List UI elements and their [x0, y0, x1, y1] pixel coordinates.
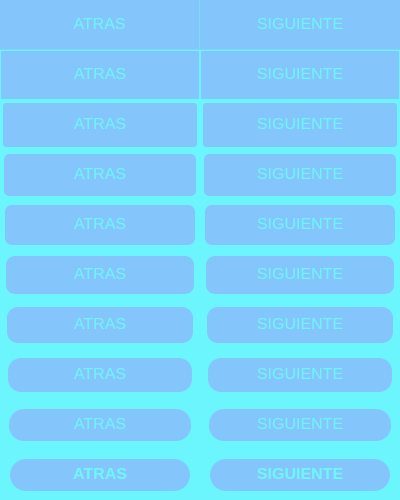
next-button[interactable]: SIGUIENTE: [208, 358, 392, 392]
row-4-next-cell: SIGUIENTE: [200, 200, 400, 250]
back-button[interactable]: ATRAS: [1, 51, 199, 99]
back-button[interactable]: ATRAS: [6, 256, 194, 294]
row-9-next-cell: SIGUIENTE: [200, 450, 400, 500]
row-8-back-cell: ATRAS: [0, 400, 200, 450]
next-button[interactable]: SIGUIENTE: [210, 459, 390, 491]
next-button[interactable]: SIGUIENTE: [206, 256, 394, 294]
row-8-next-cell: SIGUIENTE: [200, 400, 400, 450]
button-grid: ATRAS SIGUIENTE ATRAS SIGUIENTE ATRAS SI…: [0, 0, 400, 500]
next-button[interactable]: SIGUIENTE: [209, 409, 391, 441]
back-button[interactable]: ATRAS: [7, 307, 193, 343]
row-1-back-cell: ATRAS: [0, 50, 200, 100]
row-7-next-cell: SIGUIENTE: [200, 350, 400, 400]
row-5-next-cell: SIGUIENTE: [200, 250, 400, 300]
row-6-next-cell: SIGUIENTE: [200, 300, 400, 350]
row-2-back-cell: ATRAS: [0, 100, 200, 150]
next-button[interactable]: SIGUIENTE: [203, 103, 397, 147]
next-button[interactable]: SIGUIENTE: [200, 0, 400, 50]
back-button[interactable]: ATRAS: [9, 409, 191, 441]
back-button[interactable]: ATRAS: [8, 358, 192, 392]
row-1-next-cell: SIGUIENTE: [200, 50, 400, 100]
next-button[interactable]: SIGUIENTE: [201, 51, 399, 99]
back-button[interactable]: ATRAS: [5, 205, 195, 245]
row-4-back-cell: ATRAS: [0, 200, 200, 250]
row-5-back-cell: ATRAS: [0, 250, 200, 300]
next-button[interactable]: SIGUIENTE: [204, 154, 396, 196]
back-button[interactable]: ATRAS: [0, 0, 200, 50]
row-7-back-cell: ATRAS: [0, 350, 200, 400]
row-3-back-cell: ATRAS: [0, 150, 200, 200]
back-button[interactable]: ATRAS: [3, 103, 197, 147]
row-0-next-cell: SIGUIENTE: [200, 0, 400, 50]
row-6-back-cell: ATRAS: [0, 300, 200, 350]
row-2-next-cell: SIGUIENTE: [200, 100, 400, 150]
row-3-next-cell: SIGUIENTE: [200, 150, 400, 200]
row-9-back-cell: ATRAS: [0, 450, 200, 500]
next-button[interactable]: SIGUIENTE: [205, 205, 395, 245]
row-0-back-cell: ATRAS: [0, 0, 200, 50]
back-button[interactable]: ATRAS: [10, 459, 190, 491]
back-button[interactable]: ATRAS: [4, 154, 196, 196]
next-button[interactable]: SIGUIENTE: [207, 307, 393, 343]
